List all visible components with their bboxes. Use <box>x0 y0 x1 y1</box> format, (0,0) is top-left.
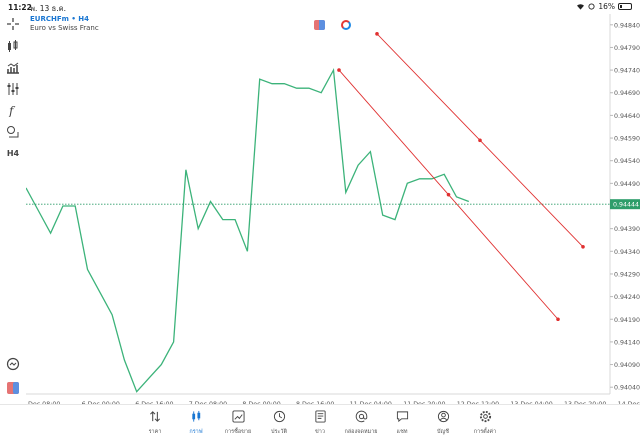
y-tick-label: 0.94290 <box>614 271 640 278</box>
y-tick-label: 0.94840 <box>614 22 640 29</box>
y-tick-label: 0.94590 <box>614 136 640 143</box>
y-tick-label: 0.94090 <box>614 362 640 369</box>
depth-of-market-button[interactable] <box>341 20 351 30</box>
tab-label: การซื้อขาย <box>224 429 252 435</box>
history-icon <box>273 410 285 423</box>
tab-account[interactable]: บัญชี <box>423 410 463 446</box>
crosshair-icon[interactable] <box>5 16 21 32</box>
y-tick-label: 0.94690 <box>614 90 640 97</box>
bottom-tab-bar: ราคา กราฟ การซื้อขาย ประวัติ ข่าว กล่องจดหมาย… <box>0 404 640 447</box>
y-tick-label: 0.94040 <box>614 385 640 392</box>
tab-arrows-updown[interactable]: ราคา <box>135 410 175 446</box>
tab-candles[interactable]: กราฟ <box>176 410 216 446</box>
y-tick-label: 0.94340 <box>614 249 640 256</box>
news-icon <box>314 410 326 423</box>
symbol-description: Euro vs Swiss Franc <box>30 24 99 32</box>
tab-label: กราฟ <box>189 429 203 435</box>
objects-icon[interactable] <box>5 123 21 139</box>
chat-icon <box>396 411 408 423</box>
mail-at-icon <box>355 410 367 423</box>
tab-label: การตั้งค่า <box>473 429 497 435</box>
settings-icon <box>479 410 491 423</box>
svg-text:f: f <box>8 104 16 117</box>
tab-mail-at[interactable]: กล่องจดหมาย <box>341 410 381 446</box>
tab-label: ราคา <box>148 429 162 435</box>
chart-type-icon[interactable] <box>5 38 21 54</box>
y-tick-label: 0.94740 <box>614 68 640 75</box>
trend-line-anchor <box>375 32 379 36</box>
tab-history[interactable]: ประวัติ <box>259 410 299 446</box>
timeframe-label: H4 <box>6 148 20 158</box>
trend-line-anchor <box>337 68 341 72</box>
y-tick-label: 0.94490 <box>614 181 640 188</box>
y-tick-label: 0.94140 <box>614 339 640 346</box>
trend-line-anchor <box>446 192 451 197</box>
settings-sliders-icon[interactable] <box>5 81 21 97</box>
trade-chart-icon <box>231 410 245 423</box>
y-tick-label: 0.94790 <box>614 45 640 52</box>
wifi-icon <box>577 4 585 10</box>
candles-icon <box>191 410 200 422</box>
tab-label: บัญชี <box>437 429 449 435</box>
price-chart[interactable]: 0.94840 0.94790 0.94740 0.94690 0.94640 0.945… <box>26 14 640 421</box>
alarm-icon <box>588 3 595 10</box>
tab-label: กล่องจดหมาย <box>344 429 378 435</box>
chart-toolbar: f H4 <box>0 14 26 404</box>
tab-settings[interactable]: การตั้งค่า <box>465 410 505 446</box>
zoom-icon[interactable] <box>5 356 21 372</box>
arrows-updown-icon <box>149 411 160 422</box>
trend-line-anchor <box>478 138 482 143</box>
tab-trade-chart[interactable]: การซื้อขาย <box>218 410 258 446</box>
battery-percent: 16% <box>598 2 615 11</box>
symbol-name[interactable]: EURCHFm • H4 <box>30 15 99 24</box>
trend-line-anchor <box>556 317 560 322</box>
y-tick-label: 0.94640 <box>614 113 640 120</box>
y-tick-label: 0.94240 <box>614 294 640 301</box>
symbol-header: EURCHFm • H4 Euro vs Swiss Franc <box>30 15 99 33</box>
current-price-label: 0.94444 <box>613 202 639 209</box>
one-click-trade-button[interactable] <box>314 20 325 30</box>
tab-chat[interactable]: แชท <box>382 410 422 446</box>
status-right: 16% <box>576 2 632 11</box>
indicators-icon[interactable] <box>5 60 21 76</box>
status-time: 11:22 <box>8 3 32 12</box>
trade-panel-icon[interactable] <box>5 380 21 396</box>
y-tick-label: 0.94540 <box>614 158 640 165</box>
function-icon[interactable]: f <box>5 102 21 118</box>
account-icon <box>437 410 449 423</box>
tab-label: ประวัติ <box>270 429 288 435</box>
status-bar: 11:22 พ. 13 ธ.ค. 16% <box>0 0 640 14</box>
price-line <box>26 67 470 393</box>
trend-line-anchor <box>581 244 585 249</box>
y-tick-label: 0.94190 <box>614 317 640 324</box>
tab-label: แชท <box>396 429 408 435</box>
timeframe-button[interactable]: H4 <box>5 145 21 161</box>
battery-icon <box>618 3 632 10</box>
tab-news[interactable]: ข่าว <box>300 410 340 446</box>
tab-label: ข่าว <box>315 429 325 435</box>
y-tick-label: 0.94390 <box>614 226 640 233</box>
